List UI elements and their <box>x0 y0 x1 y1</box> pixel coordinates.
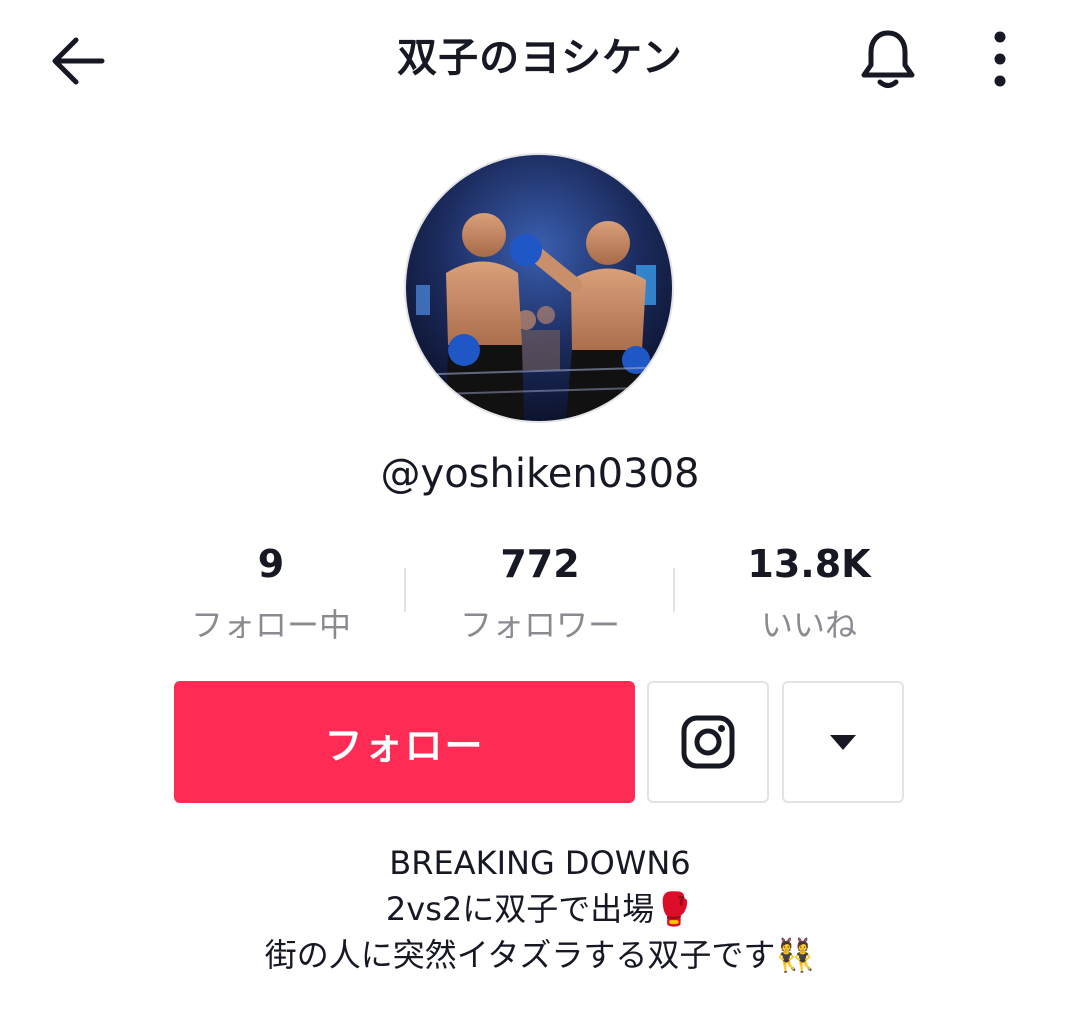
stat-likes[interactable]: 13.8K いいね <box>699 538 919 648</box>
stat-likes-value: 13.8K <box>747 542 871 586</box>
profile-username: @yoshiken0308 <box>380 451 700 497</box>
more-actions-dropdown-button[interactable] <box>782 681 904 803</box>
more-vertical-icon <box>994 31 1006 87</box>
caret-down-icon <box>830 735 856 750</box>
profile-avatar[interactable] <box>404 153 674 423</box>
profile-bio: BREAKING DOWN6 2vs2に双子で出場🥊 街の人に突然イタズラする双… <box>140 840 940 978</box>
bio-line: 2vs2に双子で出場🥊 <box>385 890 695 928</box>
page-title: 双子のヨシケン <box>397 35 683 81</box>
stat-divider <box>673 568 675 612</box>
stat-divider <box>404 568 406 612</box>
instagram-button[interactable] <box>647 681 769 803</box>
stat-likes-label: いいね <box>760 606 857 644</box>
more-options-button[interactable] <box>976 22 1024 96</box>
instagram-icon <box>681 715 735 769</box>
avatar-photo <box>406 155 672 421</box>
follow-button[interactable]: フォロー <box>174 681 635 803</box>
stat-following-label: フォロー中 <box>190 606 351 644</box>
bio-line: BREAKING DOWN6 <box>389 844 691 882</box>
stat-followers-value: 772 <box>500 542 580 586</box>
stat-following-value: 9 <box>257 542 285 586</box>
stat-followers[interactable]: 772 フォロワー <box>430 538 650 648</box>
bio-line: 街の人に突然イタズラする双子です👯 <box>264 936 816 974</box>
arrow-left-icon <box>52 37 105 85</box>
stat-following[interactable]: 9 フォロー中 <box>161 538 381 648</box>
stat-followers-label: フォロワー <box>459 606 620 644</box>
back-button[interactable] <box>40 26 116 96</box>
top-bar: 双子のヨシケン <box>0 0 1080 120</box>
notification-bell-button[interactable] <box>852 22 924 96</box>
bell-icon <box>861 30 915 88</box>
